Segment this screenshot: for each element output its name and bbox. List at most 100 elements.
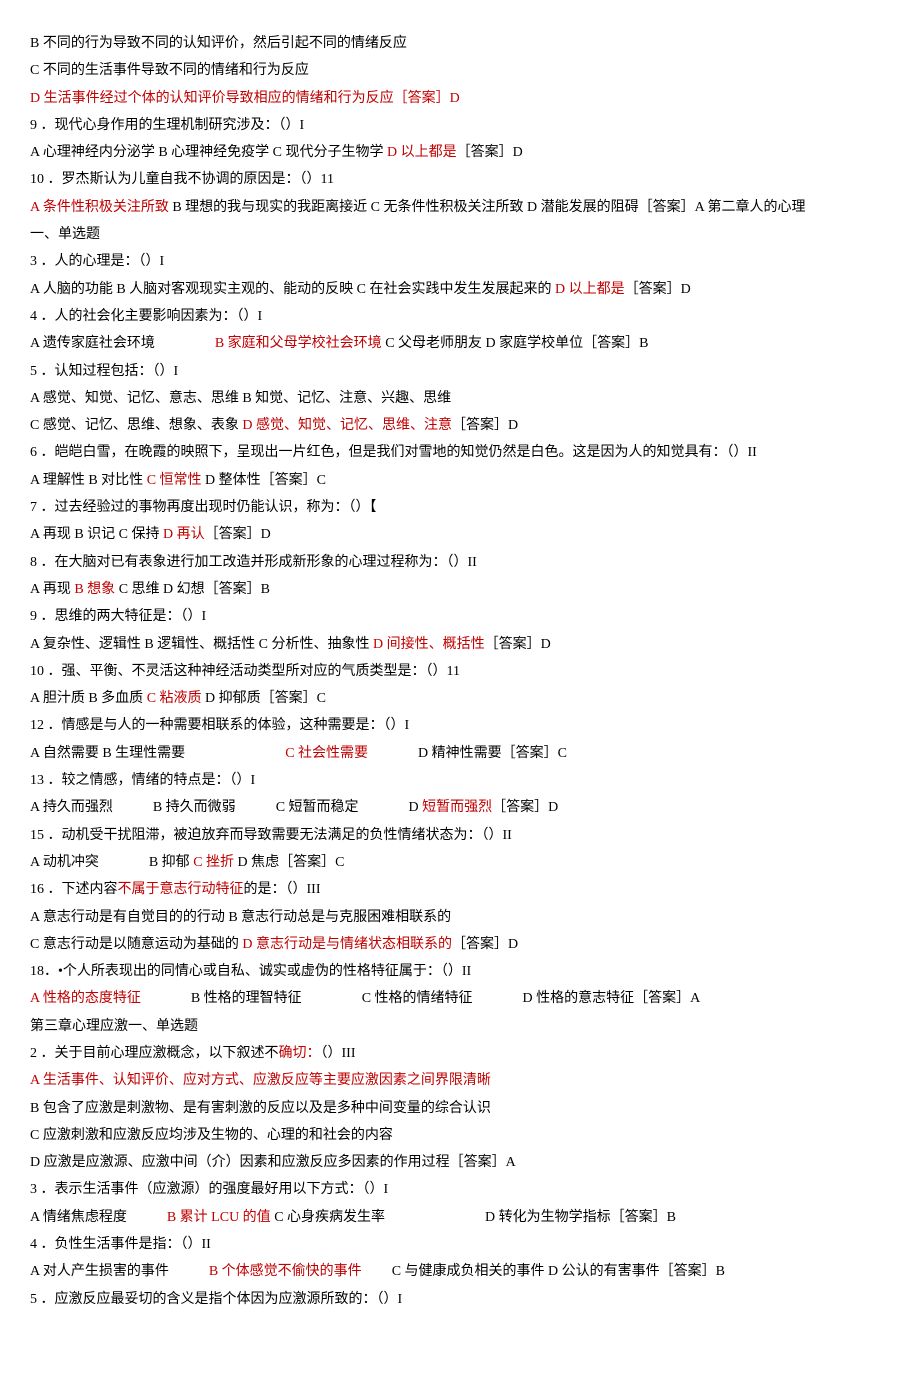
text: 18．•个人所表现出的同情心或自私、诚实或虚伪的性格特征属于：（）II	[30, 964, 471, 979]
text-line: B 不同的行为导致不同的认知评价，然后引起不同的情绪反应	[30, 30, 890, 57]
text-line: A 动机冲突 B 抑郁 C 挫折 D 焦虑［答案］C	[30, 849, 890, 876]
text-line: 10 ．罗杰斯认为儿童自我不协调的原因是：（）11	[30, 166, 890, 193]
text: C 感觉、记忆、思维、想象、表象	[30, 418, 242, 433]
highlighted-text: B 个体感觉不偷快的事件	[209, 1264, 362, 1279]
text: A 情绪焦虑程度	[30, 1210, 127, 1225]
text: C 意志行动是以随意运动为基础的	[30, 937, 242, 952]
highlighted-text: 短暂而强烈	[422, 800, 492, 815]
text: A 心理神经内分泌学 B 心理神经免疫学 C 现代分子生物学	[30, 145, 387, 160]
text: 10 ．强、平衡、不灵活这种神经活动类型所对应的气质类型是：（）11	[30, 664, 460, 679]
highlighted-text: C 挫折	[193, 855, 237, 870]
text-line: A 胆汁质 B 多血质 C 粘液质 D 抑郁质［答案］C	[30, 685, 890, 712]
text: C 与健康成负相关的事件 D 公认的有害事件［答案］B	[392, 1264, 725, 1279]
text: 一、单选题	[30, 227, 100, 242]
text: D 整体性［答案］C	[205, 473, 326, 488]
highlighted-text: B 家庭和父母学校社会环境	[215, 336, 385, 351]
highlighted-text: D 生活事件经过个体的认知评价导致相应的情绪和行为反应［答案］D	[30, 91, 460, 106]
text-line: A 生活事件、认知评价、应对方式、应激反应等主要应激因素之间界限清晰	[30, 1067, 890, 1094]
text: A 意志行动是有自觉目的的行动 B 意志行动总是与克服困难相联系的	[30, 910, 451, 925]
highlighted-text: B 想象	[74, 582, 118, 597]
text: D	[409, 800, 423, 815]
text: C 思维 D 幻想［答案］B	[119, 582, 270, 597]
text: 8 ．在大脑对已有表象进行加工改造并形成新形象的心理过程称为：（）II	[30, 555, 477, 570]
text: ［答案］D	[452, 418, 518, 433]
text-line: 4 ．人的社会化主要影响因素为：（）I	[30, 303, 890, 330]
text: D 应激是应激源、应激中间（介）因素和应激反应多因素的作用过程［答案］A	[30, 1155, 516, 1170]
text: 9 ．思维的两大特征是：（）I	[30, 609, 206, 624]
text-line: A 遗传家庭社会环境B 家庭和父母学校社会环境 C 父母老师朋友 D 家庭学校单…	[30, 330, 890, 357]
text: C 性格的情绪特征	[362, 991, 473, 1006]
text-line: A 自然需要 B 生理性需要C 社会性需要D 精神性需要［答案］C	[30, 740, 890, 767]
text-line: A 人脑的功能 B 人脑对客观现实主观的、能动的反映 C 在社会实践中发生发展起…	[30, 276, 890, 303]
text-line: 9 ．思维的两大特征是：（）I	[30, 603, 890, 630]
text-line: A 持久而强烈 B 持久而微弱 C 短暂而稳定 D 短暂而强烈［答案］D	[30, 794, 890, 821]
text-line: 5 ．应激反应最妥切的含义是指个体因为应激源所致的：（）I	[30, 1286, 890, 1313]
highlighted-text: A 条件性积极关注所致	[30, 200, 172, 215]
text: C 短暂而稳定	[276, 800, 359, 815]
text-line: A 复杂性、逻辑性 B 逻辑性、概括性 C 分析性、抽象性 D 间接性、概括性［…	[30, 631, 890, 658]
text-line: A 条件性积极关注所致 B 理想的我与现实的我距离接近 C 无条件性积极关注所致…	[30, 194, 890, 221]
highlighted-text: D 感觉、知觉、记忆、思维、注意	[242, 418, 452, 433]
text: B 抑郁	[149, 855, 193, 870]
text-line: 10 ．强、平衡、不灵活这种神经活动类型所对应的气质类型是：（）11	[30, 658, 890, 685]
text: B 持久而微弱	[153, 800, 236, 815]
text: D 转化为生物学指标［答案］B	[485, 1210, 676, 1225]
text: A 动机冲突	[30, 855, 99, 870]
text: 2 ．关于目前心理应激概念，以下叙述不	[30, 1046, 279, 1061]
highlighted-text: D 间接性、概括性	[373, 637, 485, 652]
text-line: 12 ．情感是与人的一种需要相联系的体验，这种需要是：（）I	[30, 712, 890, 739]
text: D 抑郁质［答案］C	[205, 691, 326, 706]
text: ［答案］D	[452, 937, 518, 952]
highlighted-text: C 社会性需要	[285, 746, 368, 761]
text: 6 ．皑皑白雪，在晚霞的映照下，呈现出一片红色，但是我们对雪地的知觉仍然是白色。…	[30, 445, 757, 460]
highlighted-text: 不属于意志行动特征	[118, 882, 244, 897]
text: 3 ．人的心理是：（）I	[30, 254, 164, 269]
highlighted-text: B 累计 LCU 的值	[167, 1210, 274, 1225]
text: ［答案］D	[492, 800, 558, 815]
text: A 再现 B 识记 C 保持	[30, 527, 163, 542]
text: 7 ．过去经验过的事物再度出现时仍能认识，称为：（）【	[30, 500, 377, 515]
highlighted-text: A 性格的态度特征	[30, 991, 141, 1006]
text: C 父母老师朋友 D 家庭学校单位［答案］B	[385, 336, 648, 351]
text: B 包含了应激是刺激物、是有害刺激的反应以及是多种中间变量的综合认识	[30, 1101, 491, 1116]
text-line: 一、单选题	[30, 221, 890, 248]
text-line: 5 ．认知过程包括：（）I	[30, 358, 890, 385]
text: A 人脑的功能 B 人脑对客观现实主观的、能动的反映 C 在社会实践中发生发展起…	[30, 282, 555, 297]
text-line: A 理解性 B 对比性 C 恒常性 D 整体性［答案］C	[30, 467, 890, 494]
text-line: 3 ．人的心理是：（）I	[30, 248, 890, 275]
text-line: 13 ．较之情感，情绪的特点是：（）I	[30, 767, 890, 794]
text: 15 ．动机受干扰阻滞，被迫放弃而导致需要无法满足的负性情绪状态为：（）II	[30, 828, 512, 843]
text: 的是：（）III	[244, 882, 321, 897]
text: （）III	[321, 1046, 356, 1061]
highlighted-text: D 再认	[163, 527, 205, 542]
text: A 复杂性、逻辑性 B 逻辑性、概括性 C 分析性、抽象性	[30, 637, 373, 652]
text: ［答案］D	[457, 145, 523, 160]
text-line: 4 ．负性生活事件是指：（）II	[30, 1231, 890, 1258]
text-line: 9 ．现代心身作用的生理机制研究涉及：（）I	[30, 112, 890, 139]
text: D 性格的意志特征［答案］A	[523, 991, 701, 1006]
text-line: A 心理神经内分泌学 B 心理神经免疫学 C 现代分子生物学 D 以上都是［答案…	[30, 139, 890, 166]
text-line: A 情绪焦虑程度B 累计 LCU 的值 C 心身疾病发生率D 转化为生物学指标［…	[30, 1204, 890, 1231]
text: 5 ．认知过程包括：（）I	[30, 364, 178, 379]
text: 3 ．表示生活事件（应激源）的强度最好用以下方式：（）I	[30, 1182, 388, 1197]
text: C 不同的生活事件导致不同的情绪和行为反应	[30, 63, 309, 78]
text: 4 ．人的社会化主要影响因素为：（）I	[30, 309, 262, 324]
text: 第三章心理应激一、单选题	[30, 1019, 198, 1034]
text-line: A 性格的态度特征 B 性格的理智特征 C 性格的情绪特征 D 性格的意志特征［答案］…	[30, 985, 890, 1012]
text: A 自然需要 B 生理性需要	[30, 746, 185, 761]
text-line: 7 ．过去经验过的事物再度出现时仍能认识，称为：（）【	[30, 494, 890, 521]
text: D 焦虑［答案］C	[238, 855, 345, 870]
text-line: C 感觉、记忆、思维、想象、表象 D 感觉、知觉、记忆、思维、注意［答案］D	[30, 412, 890, 439]
text: B 性格的理智特征	[191, 991, 302, 1006]
highlighted-text: A 生活事件、认知评价、应对方式、应激反应等主要应激因素之间界限清晰	[30, 1073, 491, 1088]
highlighted-text: D 以上都是	[555, 282, 625, 297]
text: A 持久而强烈	[30, 800, 113, 815]
highlighted-text: 确切：	[279, 1046, 321, 1061]
document-body: B 不同的行为导致不同的认知评价，然后引起不同的情绪反应 C 不同的生活事件导致不…	[30, 30, 890, 1313]
highlighted-text: D 以上都是	[387, 145, 457, 160]
text: 12 ．情感是与人的一种需要相联系的体验，这种需要是：（）I	[30, 718, 409, 733]
text-line: 2 ．关于目前心理应激概念，以下叙述不确切：（）III	[30, 1040, 890, 1067]
highlighted-text: C 粘液质	[147, 691, 205, 706]
text-line: 6 ．皑皑白雪，在晚霞的映照下，呈现出一片红色，但是我们对雪地的知觉仍然是白色。…	[30, 439, 890, 466]
text-line: A 对人产生损害的事件B 个体感觉不偷快的事件C 与健康成负相关的事件 D 公认…	[30, 1258, 890, 1285]
